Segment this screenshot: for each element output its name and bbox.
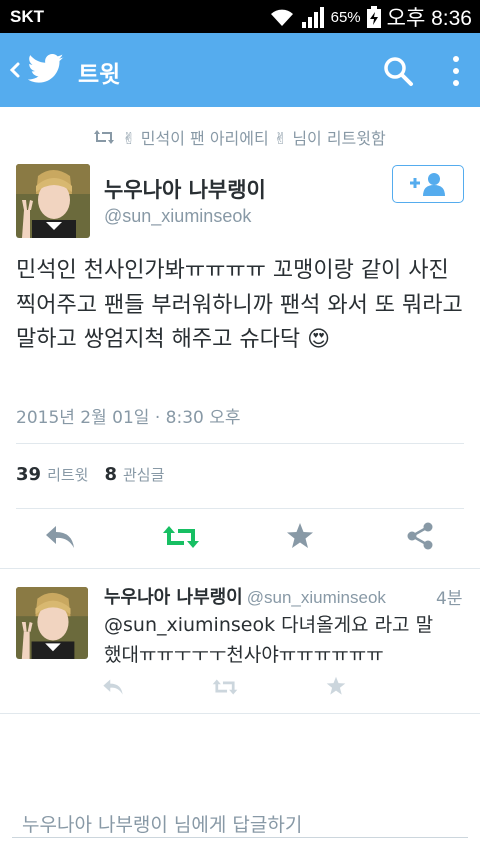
search-icon[interactable] (382, 55, 414, 87)
tweet-timestamp: 2015년 2월 01일 · 8:30 오후 (16, 408, 241, 428)
like-count: 8 (104, 464, 117, 485)
reply-header[interactable]: 누우나아 나부랭이 @sun_xiuminseok (104, 583, 386, 609)
retweet-label: 리트윗 (47, 466, 89, 484)
reply-input[interactable]: 누우나아 나부랭이 님에게 답글하기 (12, 806, 468, 838)
reply-timestamp: 4분 (436, 589, 463, 609)
divider (16, 443, 464, 444)
reply-icon[interactable] (44, 524, 76, 550)
reply-author-name: 누우나아 나부랭이 (104, 587, 243, 608)
twitter-bird-icon[interactable] (28, 53, 64, 87)
follow-button[interactable] (392, 165, 464, 203)
reply-reply-icon[interactable] (102, 678, 124, 696)
chevron-left-icon[interactable] (4, 55, 24, 85)
tweet-stats: 39 리트윗 8 관심글 (16, 464, 164, 485)
favorite-icon[interactable] (286, 522, 314, 550)
retweet-small-icon (94, 130, 115, 144)
retweet-icon[interactable] (162, 524, 200, 550)
retweet-notice[interactable]: ✌ 민석이 팬 아리에티 ✌ 님이 리트윗함 (0, 124, 480, 150)
victory-emoji: ✌ (122, 129, 136, 148)
retweet-count: 39 (16, 464, 42, 485)
reply-input-placeholder: 누우나아 나부랭이 님에게 답글하기 (22, 814, 303, 836)
victory-emoji: ✌ (273, 129, 288, 148)
divider (16, 508, 464, 509)
reply-favorite-icon[interactable] (326, 676, 346, 696)
retweet-notice-suffix: 님이 리트윗함 (292, 129, 386, 148)
wifi-icon (270, 9, 293, 26)
tweet-text-body: 민석인 천사인가봐ㅠㅠㅠㅠ 꼬맹이랑 같이 사진찍어주고 팬들 부러워하니까 팬… (16, 258, 463, 352)
battery-percent: 65% (330, 8, 361, 26)
avatar[interactable] (16, 164, 90, 238)
reply-retweet-icon[interactable] (212, 678, 238, 696)
divider (0, 713, 480, 714)
share-icon[interactable] (406, 522, 434, 550)
retweeter-name: 민석이 팬 아리에티 (140, 129, 269, 148)
add-user-icon (410, 173, 445, 196)
status-icons: 65% 오후 8:36 (269, 4, 472, 30)
signal-icon (301, 7, 324, 28)
author-name[interactable]: 누우나아 나부랭이 (104, 174, 266, 204)
carrier-label: SKT (10, 7, 44, 26)
tweet-text: 민석인 천사인가봐ㅠㅠㅠㅠ 꼬맹이랑 같이 사진찍어주고 팬들 부러워하니까 팬… (16, 254, 466, 358)
like-label: 관심글 (123, 466, 165, 484)
retweet-stat[interactable]: 39 리트윗 (16, 464, 88, 485)
more-vertical-icon[interactable] (446, 53, 466, 89)
battery-charging-icon (366, 6, 381, 28)
status-bar: SKT 65% 오후 8:36 (0, 0, 480, 33)
clock: 오후 8:36 (386, 7, 472, 30)
author-handle[interactable]: @sun_xiuminseok (104, 206, 251, 227)
reply-avatar[interactable] (16, 587, 88, 659)
reply-author-handle: @sun_xiuminseok (246, 588, 386, 607)
divider (0, 568, 480, 569)
page-title: 트윗 (78, 62, 121, 88)
like-stat[interactable]: 8 관심글 (104, 464, 164, 485)
app-bar: 트윗 (0, 33, 480, 107)
reply-text: @sun_xiuminseok 다녀올게요 라고 말했대ㅠㅠㅜㅜㅜ천사야ㅠㅠㅠㅠ… (104, 614, 434, 666)
heart-eyes-emoji: 😍 (307, 327, 331, 352)
